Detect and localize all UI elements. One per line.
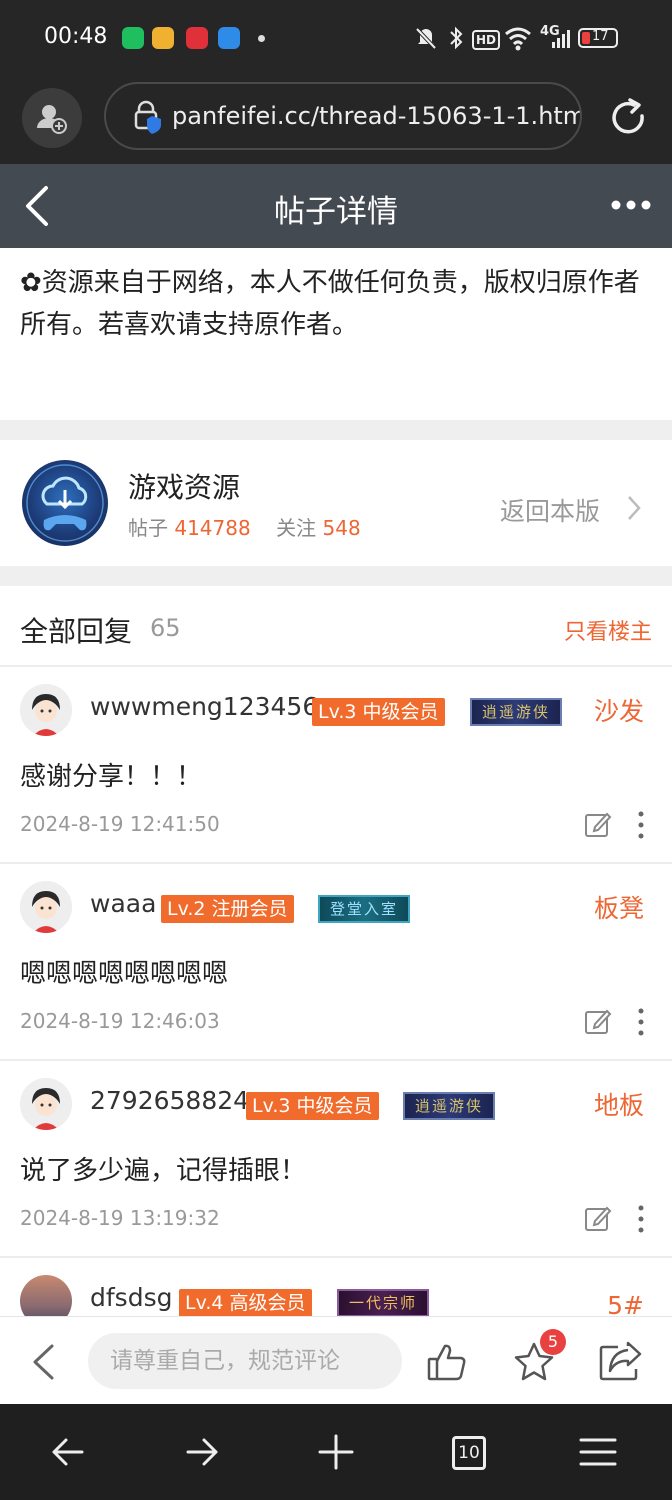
default-avatar-icon — [20, 684, 72, 736]
url-text: panfeifei.cc/thread-15063-1-1.html — [172, 102, 582, 130]
reply-time: 2024-8-19 12:41:50 — [20, 812, 220, 836]
comment-input[interactable]: 请尊重自己，规范评论 — [88, 1333, 402, 1389]
medal-badge: 一代宗师 — [337, 1289, 429, 1316]
username[interactable]: dfsdsg — [90, 1283, 172, 1312]
default-avatar-icon — [20, 1078, 72, 1130]
battery-icon: 17 — [578, 28, 618, 48]
forum-name: 游戏资源 — [128, 471, 241, 504]
level-badge: Lv.3 中级会员 — [246, 1092, 379, 1120]
follow-count: 548 — [322, 516, 361, 540]
username[interactable]: wwwmeng123456 — [90, 692, 318, 721]
level-badge: Lv.4 高级会员 — [179, 1289, 312, 1316]
page-title: 帖子详情 — [274, 194, 398, 230]
username[interactable]: waaa — [90, 889, 156, 918]
wifi-icon — [505, 27, 531, 51]
comment-bar: 请尊重自己，规范评论 5 — [0, 1316, 672, 1404]
menu-icon[interactable] — [578, 1432, 618, 1472]
more-icon[interactable] — [608, 190, 654, 220]
edit-icon[interactable] — [584, 810, 612, 838]
address-bar[interactable]: panfeifei.cc/thread-15063-1-1.html — [104, 82, 582, 150]
back-icon[interactable] — [30, 1343, 56, 1381]
status-bar: 00:48 HD 4G 17 — [0, 0, 672, 78]
reply-item: 2792658824 Lv.3 中级会员 逍遥游侠 地板 说了多少遍，记得插眼！… — [0, 1060, 672, 1256]
edit-icon[interactable] — [584, 1204, 612, 1232]
reply-item: waaa Lv.2 注册会员 登堂入室 板凳 嗯嗯嗯嗯嗯嗯嗯嗯 2024-8-1… — [0, 863, 672, 1059]
chevron-right-icon — [628, 496, 641, 520]
default-avatar-icon — [20, 881, 72, 933]
forum-stats: 帖子 414788 关注 548 — [128, 512, 361, 541]
reply-content: 嗯嗯嗯嗯嗯嗯嗯嗯 — [20, 959, 229, 989]
arrow-right-icon[interactable] — [182, 1432, 222, 1472]
only-op-button[interactable]: 只看楼主 — [564, 614, 652, 646]
bluetooth-icon — [450, 26, 463, 50]
browser-bottom-nav: 10 — [0, 1404, 672, 1500]
forum-logo — [22, 460, 108, 546]
arrow-left-icon[interactable] — [48, 1432, 88, 1472]
reply-content: 说了多少遍，记得插眼！ — [20, 1156, 307, 1186]
plus-icon[interactable] — [316, 1432, 356, 1472]
floor-label: 地板 — [593, 1091, 644, 1120]
avatar[interactable] — [20, 1275, 72, 1316]
avatar[interactable] — [20, 1078, 72, 1130]
floor-label: 板凳 — [593, 894, 644, 923]
username[interactable]: 2792658824 — [90, 1086, 249, 1115]
posts-count: 414788 — [174, 516, 251, 540]
replies-title: 全部回复 — [20, 615, 133, 648]
reply-time: 2024-8-19 13:19:32 — [20, 1206, 220, 1230]
more-vert-icon[interactable] — [636, 1204, 646, 1234]
replies-count: 65 — [150, 614, 181, 642]
add-user-icon — [37, 105, 67, 134]
tabs-button[interactable]: 10 — [452, 1436, 486, 1470]
reply-content: 感谢分享！！！ — [20, 762, 203, 792]
medal-badge: 逍遥游侠 — [403, 1092, 495, 1120]
app-icon-red — [186, 27, 208, 49]
status-time: 00:48 — [44, 24, 108, 49]
reply-time: 2024-8-19 12:46:03 — [20, 1009, 220, 1033]
more-vert-icon[interactable] — [636, 810, 646, 840]
reply-item: wwwmeng123456 Lv.3 中级会员 逍遥游侠 沙发 感谢分享！！！ … — [0, 666, 672, 862]
avatar[interactable] — [20, 684, 72, 736]
more-vert-icon[interactable] — [636, 1007, 646, 1037]
medal-badge: 逍遥游侠 — [470, 698, 562, 726]
medal-badge: 登堂入室 — [318, 895, 410, 923]
edit-icon[interactable] — [584, 1007, 612, 1035]
mute-icon — [415, 27, 437, 50]
page-header: 帖子详情 — [0, 164, 672, 248]
secure-lock-icon — [134, 100, 161, 134]
floor-label: 沙发 — [593, 697, 644, 726]
download-cloud-icon — [26, 464, 104, 542]
signal-icon — [552, 30, 570, 48]
share-icon[interactable] — [598, 1341, 642, 1381]
follow-label: 关注 — [276, 516, 317, 540]
app-icon-green — [122, 27, 144, 49]
app-icon-blue — [218, 27, 240, 49]
level-badge: Lv.3 中级会员 — [312, 698, 445, 726]
section-divider — [0, 420, 672, 440]
profile-button[interactable] — [22, 88, 82, 148]
avatar[interactable] — [20, 881, 72, 933]
posts-label: 帖子 — [128, 516, 168, 540]
level-badge: Lv.2 注册会员 — [161, 895, 294, 923]
notification-dot-icon — [258, 35, 265, 42]
floor-label: 5# — [607, 1291, 644, 1316]
battery-level: 17 — [592, 29, 609, 44]
section-divider — [0, 566, 672, 586]
back-to-board-link[interactable]: 返回本版 — [500, 492, 600, 528]
hd-icon: HD — [472, 30, 501, 50]
reply-item: dfsdsg Lv.4 高级会员 一代宗师 5# — [0, 1257, 672, 1316]
favorite-count-badge: 5 — [540, 1329, 566, 1355]
app-icon-photo — [152, 27, 174, 49]
thumbs-up-icon[interactable] — [426, 1341, 468, 1383]
browser-toolbar: panfeifei.cc/thread-15063-1-1.html — [0, 78, 672, 164]
reload-icon[interactable] — [606, 96, 650, 140]
post-disclaimer: ✿资源来自于网络，本人不做任何负责，版权归原作者所有。若喜欢请支持原作者。 — [20, 268, 640, 340]
